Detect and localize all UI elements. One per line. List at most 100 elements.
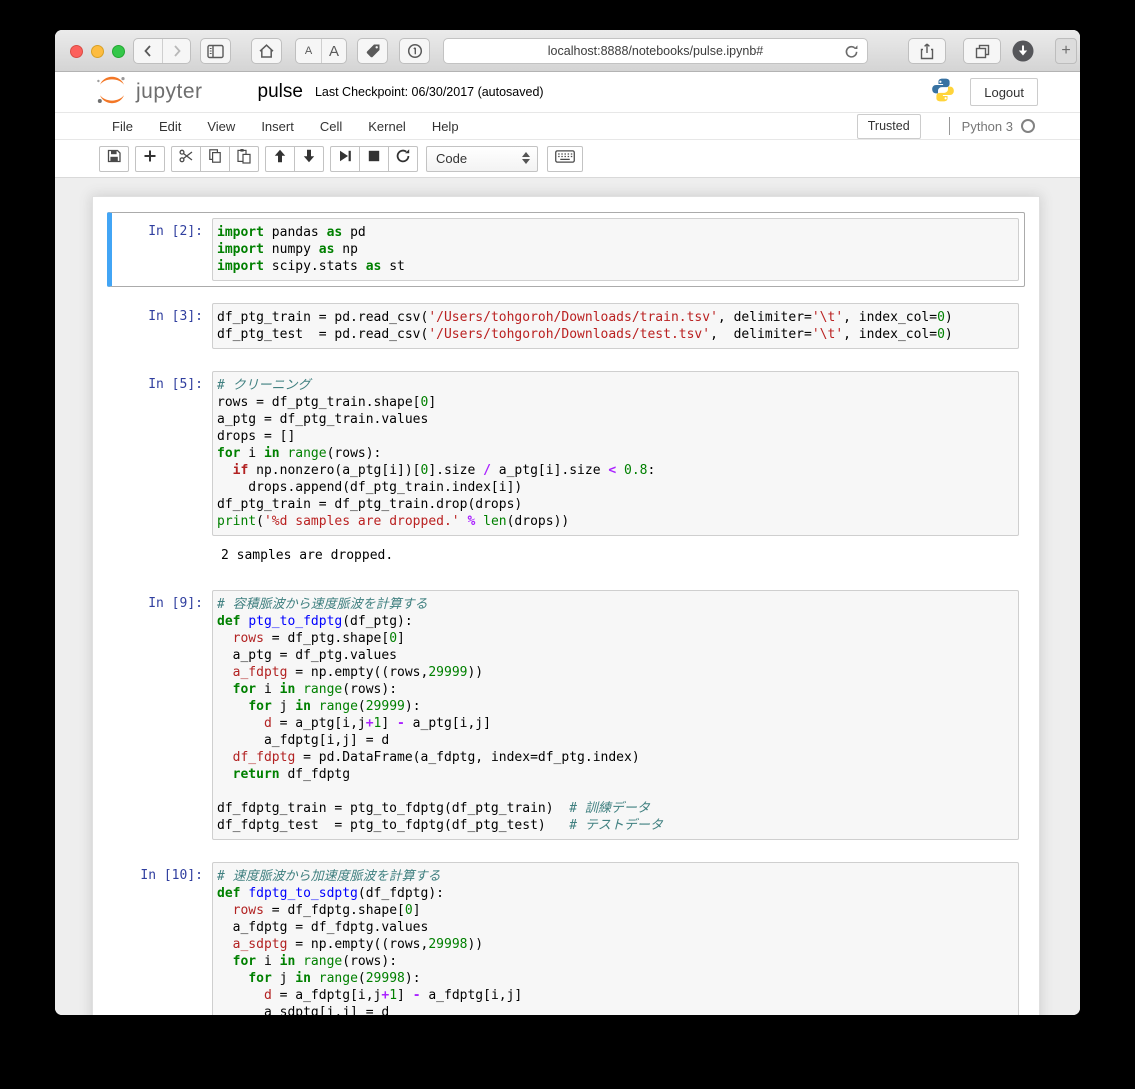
- kernel-idle-icon: [1021, 119, 1035, 133]
- address-bar[interactable]: localhost:8888/notebooks/pulse.ipynb#: [443, 38, 868, 64]
- move-cell-down-button[interactable]: [294, 146, 324, 172]
- code-editor[interactable]: import pandas as pdimport numpy as npimp…: [212, 218, 1019, 281]
- menu-item-insert[interactable]: Insert: [248, 119, 307, 134]
- code-line: import numpy as np: [217, 241, 1014, 258]
- show-all-tabs-button[interactable]: [963, 38, 1001, 64]
- input-prompt: In [2]:: [117, 218, 212, 281]
- code-line: d = a_ptg[i,j+1] - a_ptg[i,j]: [217, 715, 1014, 732]
- save-icon: [106, 148, 122, 169]
- new-tab-button[interactable]: +: [1055, 38, 1077, 64]
- jupyter-logo-icon[interactable]: [95, 75, 129, 110]
- code-editor[interactable]: df_ptg_train = pd.read_csv('/Users/tohgo…: [212, 303, 1019, 349]
- restart-kernel-button[interactable]: [388, 146, 418, 172]
- notebook-title[interactable]: pulse: [258, 81, 303, 103]
- run-cell-button[interactable]: [330, 146, 360, 172]
- insert-cell-below-button[interactable]: [135, 146, 165, 172]
- code-line: a_ptg = df_ptg.values: [217, 647, 1014, 664]
- logout-button[interactable]: Logout: [970, 78, 1038, 106]
- save-notebook-button[interactable]: [99, 146, 129, 172]
- back-button[interactable]: [134, 39, 162, 63]
- code-line: def fdptg_to_sdptg(df_fdptg):: [217, 885, 1014, 902]
- arrow-down-icon: [301, 148, 317, 169]
- keyboard-icon: [555, 150, 575, 168]
- copy-icon: [207, 148, 223, 169]
- notebook-scroll-area[interactable]: In [2]:import pandas as pdimport numpy a…: [55, 178, 1080, 1015]
- menu-item-help[interactable]: Help: [419, 119, 472, 134]
- code-cell[interactable]: In [10]:# 速度脈波から加速度脈波を計算するdef fdptg_to_s…: [107, 856, 1025, 1015]
- code-line: df_ptg_train = pd.read_csv('/Users/tohgo…: [217, 309, 1014, 326]
- code-line: d = a_fdptg[i,j+1] - a_fdptg[i,j]: [217, 987, 1014, 1004]
- menu-item-cell[interactable]: Cell: [307, 119, 355, 134]
- code-editor[interactable]: # 速度脈波から加速度脈波を計算するdef fdptg_to_sdptg(df_…: [212, 862, 1019, 1015]
- notebook-toolbar: Code: [55, 140, 1080, 178]
- code-cell[interactable]: In [3]:df_ptg_train = pd.read_csv('/User…: [107, 297, 1025, 355]
- notebook-container: In [2]:import pandas as pdimport numpy a…: [92, 196, 1040, 1015]
- jupyter-logo-text[interactable]: jupyter: [136, 80, 203, 104]
- cut-cell-button[interactable]: [171, 146, 201, 172]
- command-palette-button[interactable]: [547, 146, 583, 172]
- menu-item-file[interactable]: File: [112, 119, 146, 134]
- python-logo-icon: [930, 77, 956, 108]
- tabs-icon: [974, 43, 991, 60]
- code-editor[interactable]: # クリーニングrows = df_ptg_train.shape[0]a_pt…: [212, 371, 1019, 536]
- code-cell[interactable]: In [5]:# クリーニングrows = df_ptg_train.shape…: [107, 365, 1025, 574]
- share-icon: [919, 42, 935, 60]
- code-line: for i in range(rows):: [217, 953, 1014, 970]
- arrow-up-icon: [272, 148, 288, 169]
- move-cell-up-button[interactable]: [265, 146, 295, 172]
- code-line: rows = df_ptg.shape[0]: [217, 630, 1014, 647]
- cell-type-value: Code: [436, 151, 467, 166]
- code-line: rows = df_fdptg.shape[0]: [217, 902, 1014, 919]
- code-line: if np.nonzero(a_ptg[i])[0].size / a_ptg[…: [217, 462, 1014, 479]
- tag-icon: [365, 43, 381, 59]
- copy-cell-button[interactable]: [200, 146, 230, 172]
- downloads-button[interactable]: [1012, 40, 1034, 62]
- code-cell[interactable]: In [9]:# 容積脈波から速度脈波を計算するdef ptg_to_fdptg…: [107, 584, 1025, 846]
- window-minimize-button[interactable]: [91, 45, 104, 58]
- menu-item-kernel[interactable]: Kernel: [355, 119, 419, 134]
- sidebar-button[interactable]: [200, 38, 231, 64]
- code-line: print('%d samples are dropped.' % len(dr…: [217, 513, 1014, 530]
- code-line: return df_fdptg: [217, 766, 1014, 783]
- code-line: for j in range(29999):: [217, 698, 1014, 715]
- safari-window: A A localhost:8888/notebooks/pulse.ipynb…: [55, 30, 1080, 1015]
- kernel-name: Python 3: [962, 119, 1013, 134]
- code-line: drops.append(df_ptg_train.index[i]): [217, 479, 1014, 496]
- input-prompt: In [10]:: [117, 862, 212, 1015]
- code-line: df_fdptg_test = ptg_to_fdptg(df_ptg_test…: [217, 817, 1014, 834]
- code-line: rows = df_ptg_train.shape[0]: [217, 394, 1014, 411]
- tag-extension-button[interactable]: [357, 38, 388, 64]
- onepassword-extension-button[interactable]: [399, 38, 430, 64]
- browser-titlebar: A A localhost:8888/notebooks/pulse.ipynb…: [55, 30, 1080, 72]
- code-line: df_ptg_train = df_ptg_train.drop(drops): [217, 496, 1014, 513]
- code-line: a_fdptg[i,j] = d: [217, 732, 1014, 749]
- code-line: for i in range(rows):: [217, 445, 1014, 462]
- increase-text-size-button[interactable]: A: [321, 39, 346, 63]
- share-button[interactable]: [908, 38, 946, 64]
- code-line: df_fdptg = pd.DataFrame(a_fdptg, index=d…: [217, 749, 1014, 766]
- window-zoom-button[interactable]: [112, 45, 125, 58]
- paste-cell-button[interactable]: [229, 146, 259, 172]
- interrupt-kernel-button[interactable]: [359, 146, 389, 172]
- menu-item-edit[interactable]: Edit: [146, 119, 194, 134]
- code-editor[interactable]: # 容積脈波から速度脈波を計算するdef ptg_to_fdptg(df_ptg…: [212, 590, 1019, 840]
- text-size-group: A A: [295, 38, 347, 64]
- forward-button[interactable]: [162, 39, 190, 63]
- one-circle-icon: [407, 43, 423, 59]
- input-prompt: In [9]:: [117, 590, 212, 840]
- plus-icon: [142, 148, 158, 169]
- code-line: def ptg_to_fdptg(df_ptg):: [217, 613, 1014, 630]
- home-button[interactable]: [251, 38, 282, 64]
- trusted-badge[interactable]: Trusted: [857, 114, 921, 139]
- code-line: # クリーニング: [217, 377, 1014, 394]
- code-line: a_sdptg[i,j] = d: [217, 1004, 1014, 1015]
- cell-type-select[interactable]: Code: [426, 146, 538, 172]
- code-cell-selected[interactable]: In [2]:import pandas as pdimport numpy a…: [107, 212, 1025, 287]
- kernel-separator: [949, 117, 950, 135]
- input-prompt: In [5]:: [117, 371, 212, 536]
- jupyter-header: jupyter pulse Last Checkpoint: 06/30/201…: [55, 72, 1080, 112]
- window-close-button[interactable]: [70, 45, 83, 58]
- reload-icon[interactable]: [843, 43, 860, 65]
- decrease-text-size-button[interactable]: A: [296, 39, 321, 63]
- menu-item-view[interactable]: View: [194, 119, 248, 134]
